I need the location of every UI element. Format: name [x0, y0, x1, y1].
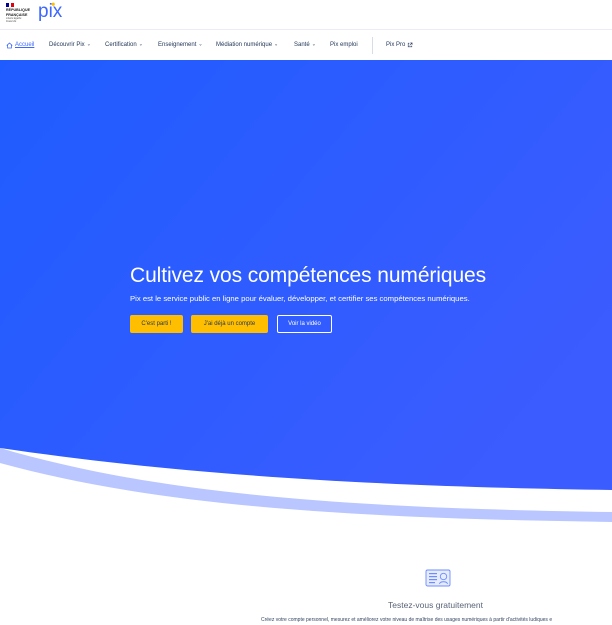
feature-title: Testez-vous gratuitement [388, 600, 483, 610]
main-navigation: Accueil Découvrir Pix ⌄ Certification ⌄ … [0, 31, 612, 60]
chevron-down-icon: ⌄ [311, 41, 316, 48]
feature-section: Testez-vous gratuitement Créez votre com… [0, 560, 612, 625]
pix-logo[interactable]: pix [37, 0, 71, 24]
pix-logo-text: pix [38, 1, 63, 22]
hero-subtitle: Pix est le service public en ligne pour … [130, 294, 470, 303]
nav-item-sante[interactable]: Santé ⌄ [294, 40, 316, 50]
nav-label-enseignement: Enseignement [158, 42, 197, 48]
nav-label-accueil: Accueil [15, 42, 35, 48]
nav-item-enseignement[interactable]: Enseignement ⌄ [158, 40, 203, 50]
start-button[interactable]: C'est parti ! [130, 315, 183, 333]
brand-header: RÉPUBLIQUE FRANÇAISE Liberté Égalité Fra… [0, 0, 612, 30]
nav-divider [372, 37, 373, 54]
nav-item-mediation-numerique[interactable]: Médiation numérique ⌄ [216, 40, 278, 50]
nav-label-pix-emploi: Pix emploi [330, 42, 358, 48]
nav-label-pix-pro: Pix Pro [386, 42, 406, 48]
chevron-down-icon: ⌄ [138, 41, 143, 48]
profile-card-icon [425, 569, 451, 587]
chevron-down-icon: ⌄ [198, 41, 203, 48]
nav-label-sante: Santé [294, 42, 310, 48]
page: RÉPUBLIQUE FRANÇAISE Liberté Égalité Fra… [0, 0, 612, 625]
chevron-down-icon: ⌄ [274, 41, 279, 48]
gov-motto: Liberté Égalité Fraternité [6, 17, 22, 24]
hero-title: Cultivez vos compétences numériques [130, 264, 487, 287]
nav-item-certification[interactable]: Certification ⌄ [105, 40, 143, 50]
home-icon [6, 42, 13, 48]
french-flag-icon [6, 3, 15, 7]
nav-label-decouvrir-pix: Découvrir Pix [49, 42, 85, 48]
nav-label-mediation-numerique: Médiation numérique [216, 42, 273, 48]
nav-item-accueil[interactable]: Accueil [6, 40, 34, 50]
external-link-icon [408, 42, 413, 48]
chevron-down-icon: ⌄ [86, 41, 91, 48]
feature-description: Créez votre compte personnel, mesurez et… [261, 617, 553, 623]
republique-francaise-logo[interactable]: RÉPUBLIQUE FRANÇAISE Liberté Égalité Fra… [6, 3, 32, 27]
gov-name-line1: RÉPUBLIQUE [6, 8, 31, 12]
nav-item-pix-pro[interactable]: Pix Pro [386, 40, 413, 50]
nav-item-decouvrir-pix[interactable]: Découvrir Pix ⌄ [49, 40, 91, 50]
nav-label-certification: Certification [105, 42, 137, 48]
watch-video-button[interactable]: Voir la vidéo [277, 315, 332, 333]
nav-item-pix-emploi[interactable]: Pix emploi [330, 40, 358, 50]
hero-section: Cultivez vos compétences numériques Pix … [0, 60, 612, 530]
login-button[interactable]: J'ai déjà un compte [191, 315, 268, 333]
